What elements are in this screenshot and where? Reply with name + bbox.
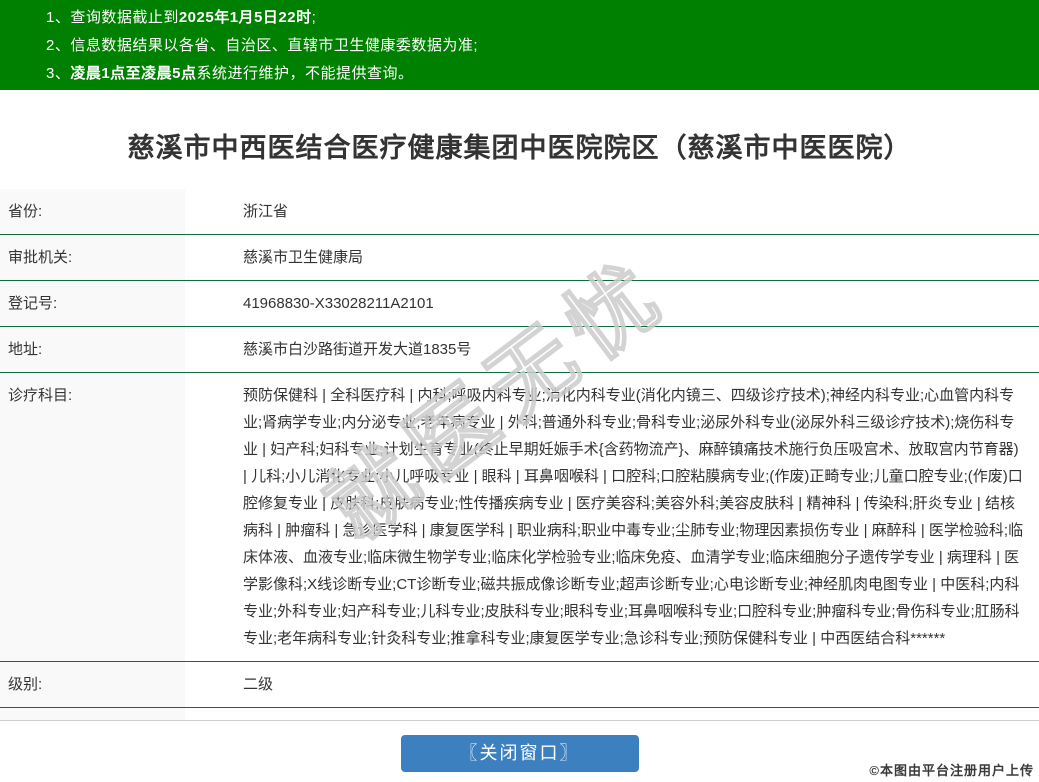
hospital-title: 慈溪市中西医结合医疗健康集团中医院院区（慈溪市中医医院） <box>127 133 912 163</box>
close-window-button[interactable]: 〖关闭窗口〗 <box>400 735 639 772</box>
table-row-level: 级别: 二级 <box>0 661 1039 708</box>
table-row-registration-number: 登记号: 41968830-X33028211A2101 <box>0 280 1039 327</box>
notice-2-text: 2、信息数据结果以各省、自治区、直辖市卫生健康委数据为准; <box>46 37 479 54</box>
row-label-approval-authority: 审批机关: <box>0 234 185 281</box>
notice-3-text: 3、 <box>46 65 71 82</box>
notice-banner: 1、查询数据截止到2025年1月5日22时; 2、信息数据结果以各省、自治区、直… <box>0 0 1039 90</box>
hospital-detail-table: 省份: 浙江省 审批机关: 慈溪市卫生健康局 登记号: 41968830-X33… <box>0 189 1039 721</box>
notice-3-tail: 系统进行维护，不能提供查询。 <box>196 65 414 82</box>
row-value-address: 慈溪市白沙路街道开发大道1835号 <box>185 326 1039 373</box>
notice-1-tail: ; <box>311 9 317 26</box>
row-value-province: 浙江省 <box>185 189 1039 235</box>
notice-line-1: 1、查询数据截止到2025年1月5日22时; <box>46 4 1029 32</box>
row-value-registration-number: 41968830-X33028211A2101 <box>185 280 1039 327</box>
partial-row-value-cell <box>185 707 1039 721</box>
row-label-registration-number: 登记号: <box>0 280 185 327</box>
notice-3-bold: 凌晨1点至凌晨5点 <box>70 65 197 82</box>
table-row-province: 省份: 浙江省 <box>0 189 1039 235</box>
table-row-address: 地址: 慈溪市白沙路街道开发大道1835号 <box>0 326 1039 373</box>
notice-line-3: 3、凌晨1点至凌晨5点系统进行维护，不能提供查询。 <box>46 60 1029 88</box>
row-value-approval-authority: 慈溪市卫生健康局 <box>185 234 1039 281</box>
row-label-departments: 诊疗科目: <box>0 372 185 662</box>
row-value-level: 二级 <box>185 661 1039 708</box>
copyright-stamp: ©本图由平台注册用户上传 <box>869 763 1034 778</box>
row-value-departments: 预防保健科 | 全科医疗科 | 内科;呼吸内科专业;消化内科专业(消化内镜三、四… <box>185 372 1039 662</box>
partial-row-label-cell <box>0 707 185 721</box>
table-row-departments: 诊疗科目: 预防保健科 | 全科医疗科 | 内科;呼吸内科专业;消化内科专业(消… <box>0 372 1039 662</box>
row-label-address: 地址: <box>0 326 185 373</box>
row-label-province: 省份: <box>0 189 185 235</box>
row-label-level: 级别: <box>0 661 185 708</box>
table-row-approval-authority: 审批机关: 慈溪市卫生健康局 <box>0 234 1039 281</box>
notice-1-bold: 2025年1月5日22时 <box>178 9 312 26</box>
query-result-page: 1、查询数据截止到2025年1月5日22时; 2、信息数据结果以各省、自治区、直… <box>0 0 1039 782</box>
notice-line-2: 2、信息数据结果以各省、自治区、直辖市卫生健康委数据为准; <box>46 32 1029 60</box>
table-row-partial <box>0 707 1039 721</box>
notice-1-text: 1、查询数据截止到 <box>46 9 179 26</box>
